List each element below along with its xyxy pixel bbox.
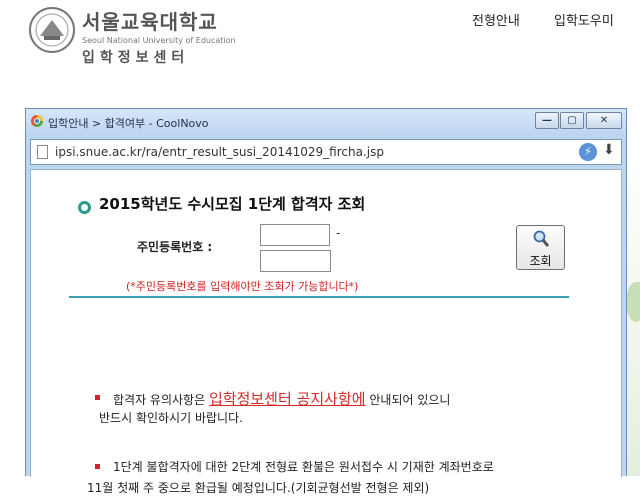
divider-line [69,296,569,298]
minimize-button[interactable]: — [535,112,559,129]
logo-text[interactable]: 서울교육대학교 Seoul National University of Edu… [82,6,236,67]
lookup-button-label: 조회 [529,254,552,268]
university-seal-icon[interactable] [28,6,76,54]
download-icon[interactable]: ⬇ [603,142,615,158]
ssn-first-input[interactable] [260,224,330,246]
lookup-button[interactable]: 조회 [516,225,565,270]
ssn-required-notice: (*주민등록번호를 입력해야만 조회가 가능합니다*) [126,280,359,293]
logo-subtitle: 입학정보센터 [82,50,190,66]
maximize-button[interactable]: ▢ [560,112,584,129]
note-1-line-1: 합격자 유의사항은 입학정보센터 공지사항에 안내되어 있으니 [113,388,450,409]
bolt-icon[interactable]: ⚡ [579,143,597,161]
coolnovo-icon [31,115,43,127]
note-1-suffix: 안내되어 있으니 [369,393,451,407]
logo-english-name: Seoul National University of Education [82,36,236,45]
ssn-dash: - [336,226,341,240]
notice-board-link[interactable]: 입학정보센터 공지사항에 [209,390,366,408]
page-heading: 2015학년도 수시모집 1단계 합격자 조회 [99,195,366,213]
window-titlebar[interactable]: 입학안내 > 합격여부 - CoolNovo — ▢ ✕ [26,109,626,135]
note-2-line-1: 1단계 불합격자에 대한 2단계 전형료 환불은 원서접수 시 기재한 계좌번호… [113,460,494,474]
address-bar[interactable]: ipsi.snue.ac.kr/ra/entr_result_susi_2014… [30,139,622,165]
window-title: 입학안내 > 합격여부 - CoolNovo [48,117,209,130]
ssn-label: 주민등록번호 : [137,240,213,254]
leaf-decoration [626,282,640,322]
site-header: 서울교육대학교 Seoul National University of Edu… [0,0,640,100]
note-1-prefix: 합격자 유의사항은 [113,393,206,407]
popup-window: 입학안내 > 합격여부 - CoolNovo — ▢ ✕ ipsi.snue.a… [25,108,627,495]
logo-korean-name: 서울교육대학교 [82,10,218,34]
url-text[interactable]: ipsi.snue.ac.kr/ra/entr_result_susi_2014… [55,145,384,159]
page-icon [37,145,48,159]
close-button[interactable]: ✕ [586,112,622,129]
note-2-line-2: 11월 첫째 주 중으로 환급될 예정입니다.(기회균형선발 전형은 제외) [87,481,430,495]
magnifier-icon [533,230,549,247]
bullet-2 [95,464,100,469]
nav-admission-guide[interactable]: 전형안내 [472,10,520,29]
page-content: 2015학년도 수시모집 1단계 합격자 조회 주민등록번호 : - 조회 (*… [30,169,622,495]
ssn-second-input[interactable] [260,250,331,272]
bullet-1 [95,395,100,400]
heading-circle-icon [78,201,91,214]
nav-admission-helper[interactable]: 입학도우미 [554,10,614,29]
note-1-line-2: 반드시 확인하시기 바랍니다. [99,411,243,425]
